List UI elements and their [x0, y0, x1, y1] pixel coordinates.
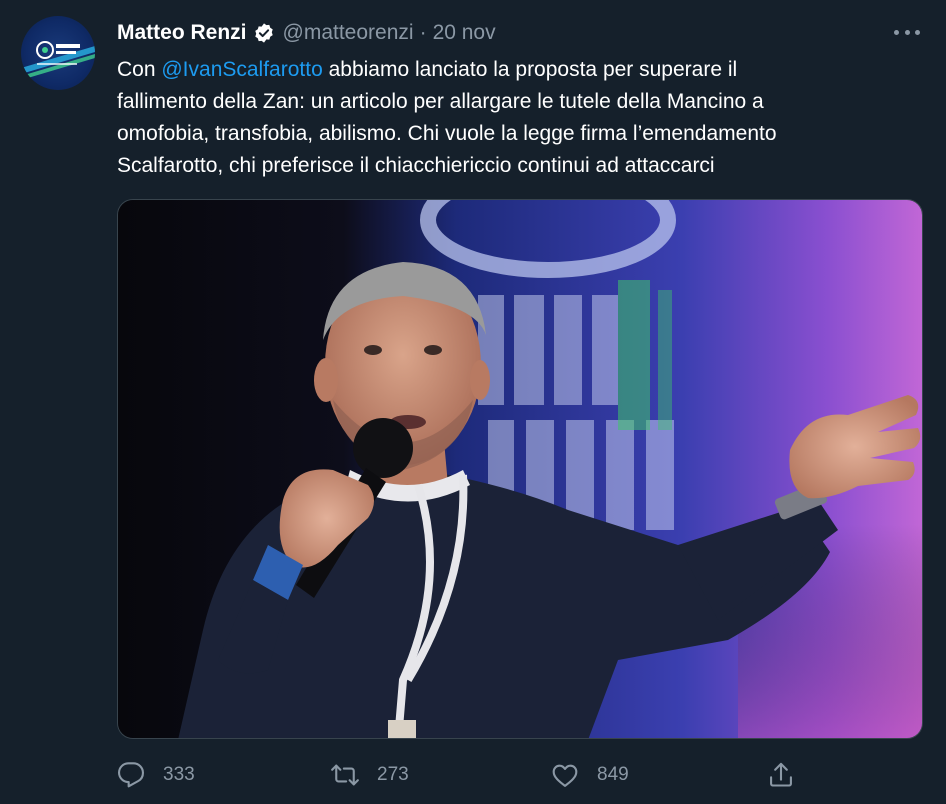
- more-icon[interactable]: [894, 22, 920, 42]
- tweet-text-line-4: Scalfarotto, chi preferisce il chiacchie…: [117, 154, 715, 177]
- author-handle[interactable]: @matteorenzi: [283, 21, 414, 45]
- verified-badge-icon: [253, 22, 275, 44]
- tweet-header: Matteo Renzi @matteorenzi · 20 nov: [117, 18, 496, 48]
- reply-button[interactable]: 333: [117, 758, 195, 792]
- tweet-photo[interactable]: [117, 199, 923, 739]
- author-name[interactable]: Matteo Renzi: [117, 21, 247, 45]
- retweet-button[interactable]: 273: [331, 758, 409, 792]
- header-separator: ·: [419, 21, 427, 44]
- tweet-text-suffix: abbiamo lanciato la proposta per superar…: [322, 58, 738, 81]
- tweet-actions: 333 273 849: [117, 758, 807, 792]
- reply-icon: [117, 762, 145, 788]
- tweet-text: Con @IvanScalfarotto abbiamo lanciato la…: [117, 54, 897, 182]
- share-button[interactable]: [767, 758, 795, 792]
- tweet-text-prefix: Con: [117, 58, 162, 81]
- heart-icon: [552, 764, 578, 787]
- tweet-text-line-1: Con @IvanScalfarotto abbiamo lanciato la…: [117, 54, 897, 86]
- mention-link[interactable]: @IvanScalfarotto: [161, 58, 322, 81]
- like-count: 849: [597, 764, 629, 785]
- tweet: Matteo Renzi @matteorenzi · 20 nov Con @…: [0, 0, 946, 804]
- reply-count: 333: [163, 764, 195, 785]
- like-button[interactable]: 849: [551, 758, 629, 792]
- tweet-text-line-2: fallimento della Zan: un articolo per al…: [117, 90, 764, 113]
- avatar[interactable]: [21, 16, 95, 90]
- tweet-date[interactable]: 20 nov: [433, 21, 496, 45]
- retweet-count: 273: [377, 764, 409, 785]
- tweet-text-line-3: omofobia, transfobia, abilismo. Chi vuol…: [117, 122, 777, 145]
- share-icon: [770, 762, 792, 787]
- retweet-icon: [331, 764, 359, 786]
